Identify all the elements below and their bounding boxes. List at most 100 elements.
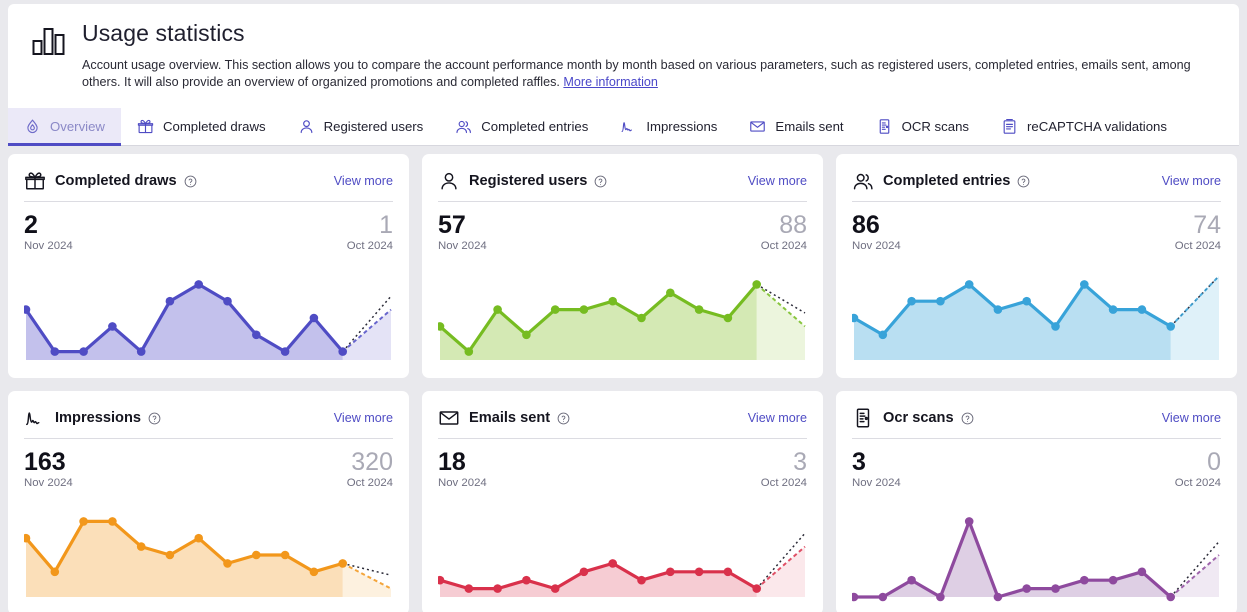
- view-more-link[interactable]: View more: [748, 174, 807, 188]
- sparkline-chart-impressions: [24, 499, 393, 609]
- view-more-link[interactable]: View more: [1162, 174, 1221, 188]
- previous-label: Oct 2024: [346, 477, 393, 489]
- previous-value: 74: [1193, 211, 1221, 239]
- sparkline-chart-registered-users: [438, 262, 807, 372]
- gift-icon: [137, 118, 154, 135]
- page-description: Account usage overview. This section all…: [82, 57, 1221, 90]
- card-header: Emails sent View more: [438, 407, 807, 439]
- tab-completed-entries[interactable]: Completed entries: [439, 108, 604, 145]
- spike-chart-icon: [24, 407, 46, 429]
- card-title: Registered users: [469, 173, 588, 189]
- card-stats: 57 Nov 2024 88 Oct 2024: [438, 202, 807, 253]
- gift-icon: [24, 170, 46, 192]
- card-stats: 3 Nov 2024 0 Oct 2024: [852, 439, 1221, 490]
- view-more-link[interactable]: View more: [334, 411, 393, 425]
- card-header: Impressions View more: [24, 407, 393, 439]
- previous-label: Oct 2024: [760, 477, 807, 489]
- stat-card-ocr-scans: Ocr scans View more 3 Nov 2024 0 Oct 202…: [836, 391, 1237, 612]
- previous-label: Oct 2024: [1174, 240, 1221, 252]
- card-stats: 2 Nov 2024 1 Oct 2024: [24, 202, 393, 253]
- view-more-link[interactable]: View more: [748, 411, 807, 425]
- current-month-stat: 163 Nov 2024: [24, 448, 73, 490]
- envelope-icon: [749, 118, 766, 135]
- current-month-stat: 3 Nov 2024: [852, 449, 901, 490]
- ocr-document-icon: [852, 407, 874, 429]
- current-value: 57: [438, 211, 466, 239]
- previous-month-stat: 74 Oct 2024: [1174, 211, 1221, 253]
- card-title: Emails sent: [469, 410, 551, 426]
- previous-month-stat: 320 Oct 2024: [346, 448, 393, 490]
- card-title: Impressions: [55, 410, 141, 426]
- help-icon[interactable]: [148, 412, 161, 425]
- sparkline-chart-completed-entries: [852, 262, 1221, 372]
- more-information-link[interactable]: More information: [563, 75, 658, 89]
- help-icon[interactable]: [1017, 175, 1030, 188]
- tab-ocr-scans[interactable]: OCR scans: [860, 108, 985, 145]
- help-icon[interactable]: [594, 175, 607, 188]
- previous-label: Oct 2024: [346, 240, 393, 252]
- current-label: Nov 2024: [852, 240, 901, 252]
- previous-month-stat: 1 Oct 2024: [346, 211, 393, 253]
- droplet-icon: [24, 118, 41, 135]
- current-value: 86: [852, 211, 880, 239]
- current-label: Nov 2024: [438, 477, 487, 489]
- sparkline-chart-emails-sent: [438, 499, 807, 609]
- current-label: Nov 2024: [24, 240, 73, 252]
- help-icon[interactable]: [184, 175, 197, 188]
- tab-label: OCR scans: [901, 119, 969, 134]
- card-stats: 86 Nov 2024 74 Oct 2024: [852, 202, 1221, 253]
- previous-value: 1: [379, 211, 393, 239]
- help-icon[interactable]: [961, 412, 974, 425]
- bar-chart-icon: [32, 24, 66, 58]
- card-stats: 18 Nov 2024 3 Oct 2024: [438, 439, 807, 490]
- tab-label: reCAPTCHA validations: [1027, 119, 1167, 134]
- header-top: Usage statistics Account usage overview.…: [8, 4, 1239, 90]
- tab-label: Registered users: [323, 119, 424, 134]
- current-value: 163: [24, 448, 66, 476]
- usage-statistics-page: Usage statistics Account usage overview.…: [0, 0, 1247, 612]
- sparkline-chart-completed-draws: [24, 262, 393, 372]
- ocr-document-icon: [876, 118, 893, 135]
- tab-impressions[interactable]: Impressions: [604, 108, 733, 145]
- card-header: Completed entries View more: [852, 170, 1221, 202]
- previous-value: 3: [793, 448, 807, 476]
- sparkline-chart-ocr-scans: [852, 499, 1221, 609]
- previous-value: 88: [779, 211, 807, 239]
- current-month-stat: 57 Nov 2024: [438, 211, 487, 253]
- tab-completed-draws[interactable]: Completed draws: [121, 108, 282, 145]
- stat-card-completed-entries: Completed entries View more 86 Nov 2024 …: [836, 154, 1237, 378]
- help-icon[interactable]: [557, 412, 570, 425]
- tab-registered-users[interactable]: Registered users: [282, 108, 440, 145]
- page-title: Usage statistics: [82, 20, 245, 46]
- tab-emails-sent[interactable]: Emails sent: [733, 108, 859, 145]
- current-month-stat: 86 Nov 2024: [852, 211, 901, 253]
- tab-overview[interactable]: Overview: [8, 108, 121, 146]
- tab-bar: Overview Completed draws Registered users C…: [8, 108, 1239, 146]
- envelope-icon: [438, 407, 460, 429]
- stat-card-impressions: Impressions View more 163 Nov 2024 320 O…: [8, 391, 409, 612]
- current-label: Nov 2024: [852, 477, 901, 489]
- previous-month-stat: 0 Oct 2024: [1175, 449, 1221, 490]
- stat-card-registered-users: Registered users View more 57 Nov 2024 8…: [422, 154, 823, 378]
- header-panel: Usage statistics Account usage overview.…: [8, 4, 1239, 146]
- tab-recaptcha-validations[interactable]: reCAPTCHA validations: [985, 108, 1183, 145]
- view-more-link[interactable]: View more: [334, 174, 393, 188]
- current-month-stat: 2 Nov 2024: [24, 211, 73, 253]
- view-more-link[interactable]: View more: [1162, 411, 1221, 425]
- stat-card-completed-draws: Completed draws View more 2 Nov 2024 1 O…: [8, 154, 409, 378]
- current-month-stat: 18 Nov 2024: [438, 448, 487, 490]
- card-title: Completed draws: [55, 173, 177, 189]
- tab-label: Overview: [50, 119, 105, 134]
- clipboard-icon: [1001, 118, 1018, 135]
- tab-label: Impressions: [646, 119, 718, 134]
- current-value: 2: [24, 211, 38, 239]
- current-label: Nov 2024: [24, 477, 73, 489]
- current-value: 18: [438, 448, 466, 476]
- previous-label: Oct 2024: [760, 240, 807, 252]
- previous-value: 320: [351, 448, 393, 476]
- tab-label: Completed draws: [162, 119, 266, 134]
- tab-label: Completed entries: [481, 119, 589, 134]
- tab-label: Emails sent: [775, 119, 844, 134]
- stat-card-emails-sent: Emails sent View more 18 Nov 2024 3 Oct …: [422, 391, 823, 612]
- previous-month-stat: 3 Oct 2024: [760, 448, 807, 490]
